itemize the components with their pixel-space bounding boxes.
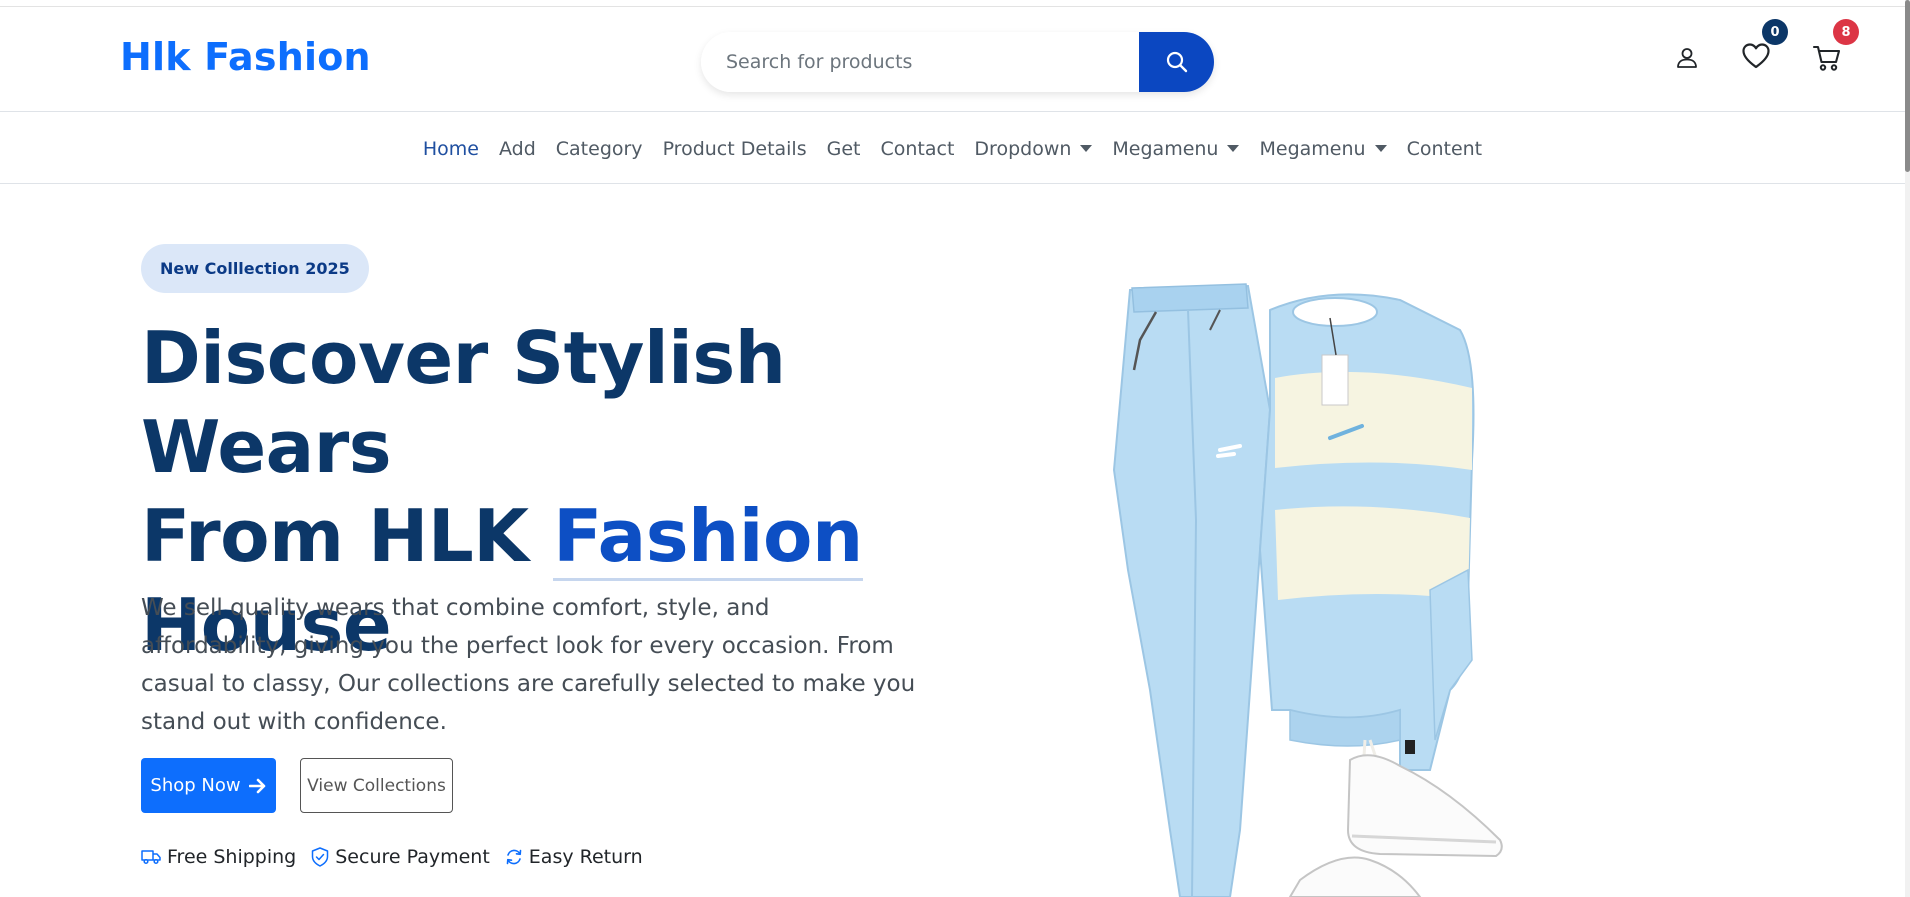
wishlist-count-badge: 0 xyxy=(1762,19,1788,45)
feature-label: Easy Return xyxy=(528,846,643,868)
nav-item-megamenu[interactable]: Megamenu xyxy=(1102,138,1249,160)
cart-button[interactable] xyxy=(1809,39,1845,77)
nav-item-label: Home xyxy=(422,137,479,160)
nav-item-add[interactable]: Add xyxy=(489,138,546,160)
nav-item-label: Megamenu xyxy=(1112,137,1219,160)
hero-product-image xyxy=(1112,283,1503,897)
refresh-icon xyxy=(506,849,522,865)
shop-now-button[interactable]: Shop Now xyxy=(141,758,276,813)
nav-item-label: Add xyxy=(498,137,536,160)
caret-down-icon xyxy=(1227,145,1240,152)
nav-item-dropdown[interactable]: Dropdown xyxy=(964,138,1102,160)
view-collections-button[interactable]: View Collections xyxy=(300,758,453,813)
pants-shape xyxy=(1112,283,1272,897)
shield-check-icon xyxy=(312,847,329,867)
feature-list: Free Shipping Secure Payment Easy Return xyxy=(141,846,643,868)
shop-now-label: Shop Now xyxy=(150,775,241,796)
account-button[interactable] xyxy=(1672,41,1702,75)
hero-description: We sell quality wears that combine comfo… xyxy=(141,595,916,735)
hero-title-accent: Fashion xyxy=(553,494,863,581)
page-scrollbar-thumb[interactable] xyxy=(1905,0,1910,172)
search-button[interactable] xyxy=(1139,32,1214,92)
nav-item-get[interactable]: Get xyxy=(817,138,871,160)
cart-count-badge: 8 xyxy=(1833,19,1859,45)
nav-item-content[interactable]: Content xyxy=(1397,138,1493,160)
brand-logo[interactable]: Hlk Fashion xyxy=(120,35,371,79)
hero-title-line2: From HLK xyxy=(141,494,554,578)
nav-item-label: Product Details xyxy=(662,137,807,160)
feature-label: Free Shipping xyxy=(167,846,297,868)
feature-free-shipping: Free Shipping xyxy=(141,846,296,868)
nav-item-contact[interactable]: Contact xyxy=(871,138,965,160)
nav-item-product-details[interactable]: Product Details xyxy=(653,138,817,160)
cart-icon xyxy=(1812,45,1841,71)
heart-icon xyxy=(1742,43,1770,69)
nav-item-category[interactable]: Category xyxy=(546,138,653,160)
sneakers-shape xyxy=(1288,754,1503,897)
new-collection-badge: New Colllection 2025 xyxy=(141,244,369,293)
nav-item-label: Get xyxy=(826,137,861,160)
sweatshirt-shape xyxy=(1258,293,1475,791)
feature-secure-payment: Secure Payment xyxy=(311,846,490,868)
search-bar xyxy=(701,32,1214,92)
nav-item-label: Category xyxy=(555,137,643,160)
caret-down-icon xyxy=(1374,145,1387,152)
nav-item-label: Content xyxy=(1406,137,1483,160)
main-nav: Home Add Category Product Details Get Co… xyxy=(0,113,1905,184)
nav-item-megamenu-2[interactable]: Megamenu xyxy=(1249,138,1396,160)
nav-item-label: Dropdown xyxy=(974,137,1072,160)
feature-label: Secure Payment xyxy=(335,846,490,868)
user-icon xyxy=(1677,48,1697,68)
nav-item-label: Megamenu xyxy=(1259,137,1366,160)
arrow-right-icon xyxy=(248,778,265,793)
search-icon xyxy=(1166,51,1187,73)
truck-icon xyxy=(141,850,161,865)
feature-easy-return: Easy Return xyxy=(505,846,643,868)
caret-down-icon xyxy=(1080,145,1093,152)
nav-item-home[interactable]: Home xyxy=(413,138,489,160)
site-header: Hlk Fashion 0 8 xyxy=(0,7,1905,112)
hero-title-line1: Discover Stylish Wears xyxy=(141,316,786,489)
search-input[interactable] xyxy=(701,32,1139,92)
nav-item-label: Contact xyxy=(880,137,955,160)
